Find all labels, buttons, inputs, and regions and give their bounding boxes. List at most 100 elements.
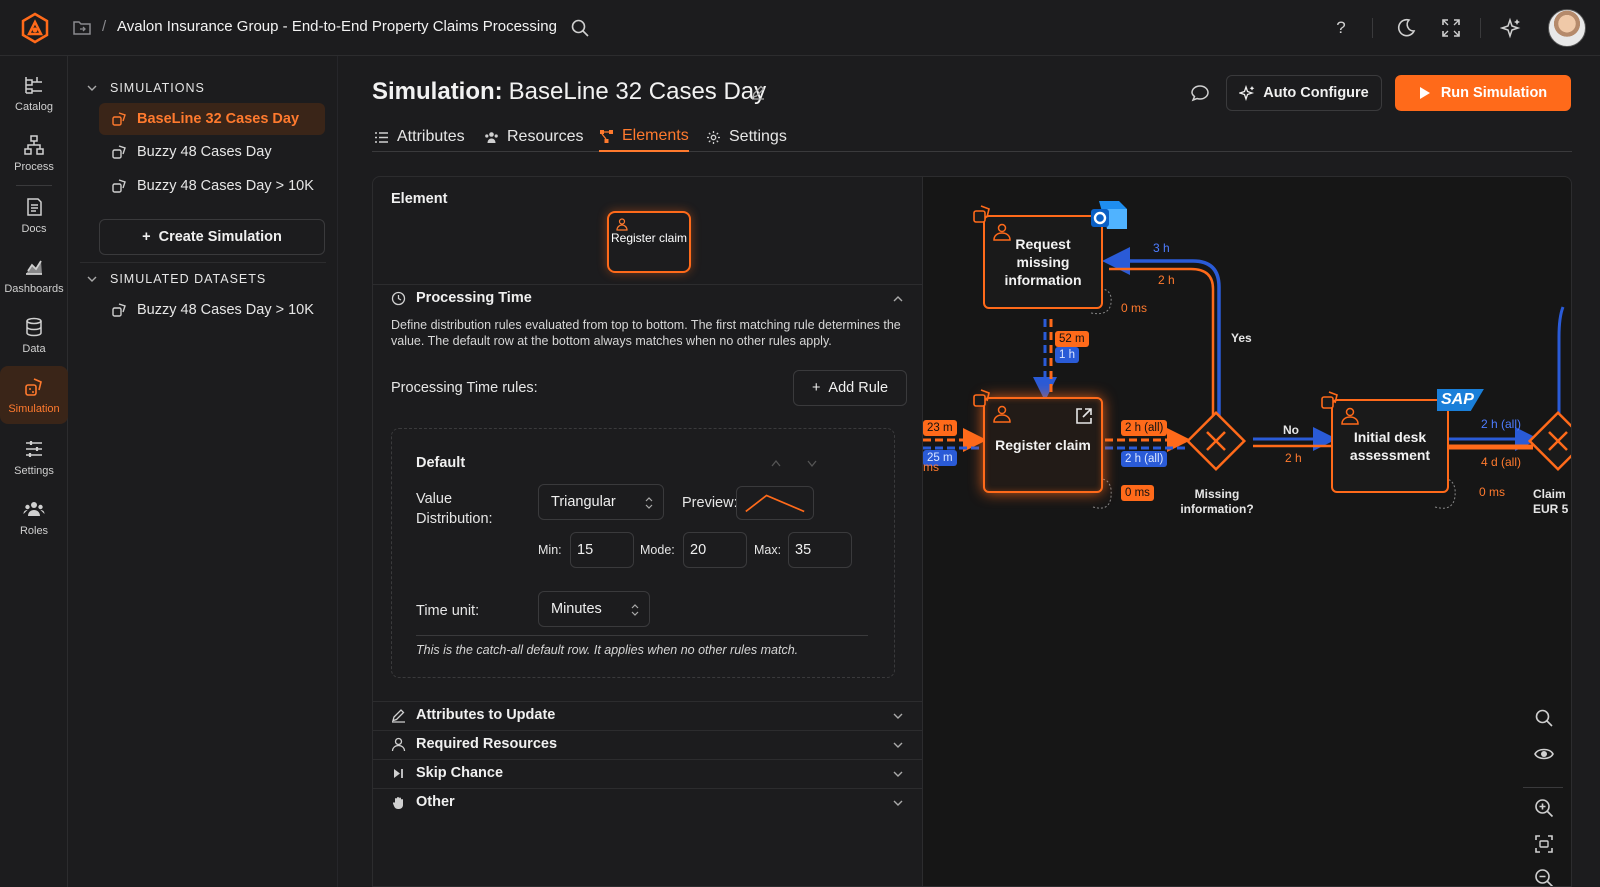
chevron-down-icon (87, 276, 97, 282)
simulation-icon (973, 205, 990, 223)
min-input[interactable]: 15 (570, 532, 634, 568)
simulation-icon (1321, 391, 1338, 409)
rule-card: Default Value Distribution: Triangular P… (391, 428, 895, 678)
rail-item-docs[interactable]: Docs (0, 186, 68, 244)
folder-icon[interactable] (72, 18, 92, 36)
chevron-down-icon (87, 85, 97, 91)
processing-time-header[interactable]: Processing Time (391, 290, 532, 306)
fullscreen-icon[interactable] (1440, 17, 1462, 39)
simulation-icon (112, 112, 126, 126)
chevron-down-icon[interactable] (892, 710, 904, 722)
rail-label: Process (14, 160, 54, 173)
button-label: Create Simulation (158, 229, 282, 245)
tab-label: Resources (507, 128, 584, 145)
pencil-icon (392, 708, 405, 723)
person-icon (391, 737, 406, 751)
simulation-item[interactable]: BaseLine 32 Cases Day (99, 103, 325, 135)
skip-chance-header[interactable]: Skip Chance (391, 765, 503, 781)
dataset-item[interactable]: Buzzy 48 Cases Day > 10K (99, 294, 325, 326)
page-title: Simulation: BaseLine 32 Cases Day (372, 78, 766, 106)
tab-elements[interactable]: Elements (599, 122, 689, 152)
button-label: Run Simulation (1440, 85, 1548, 101)
tab-resources[interactable]: Resources (484, 122, 583, 152)
rail-label: Simulation (8, 402, 60, 415)
sparkle-icon[interactable] (1500, 17, 1522, 39)
distribution-select[interactable]: Triangular (538, 484, 664, 520)
divider (416, 635, 868, 636)
datasets-heading[interactable]: SIMULATED DATASETS (86, 272, 266, 286)
search-icon[interactable] (1533, 707, 1555, 729)
run-simulation-button[interactable]: Run Simulation (1395, 75, 1571, 111)
simulation-item[interactable]: Buzzy 48 Cases Day (99, 136, 325, 168)
rail-item-process[interactable]: Process (0, 124, 68, 182)
updown-chevron-icon (631, 604, 639, 616)
time-unit-select[interactable]: Minutes (538, 591, 650, 627)
app-logo-icon[interactable] (18, 11, 52, 45)
no-label: No (1283, 423, 1299, 437)
other-header[interactable]: Other (391, 794, 455, 810)
rail-item-catalog[interactable]: Catalog (0, 64, 68, 122)
outlook-logo-icon (1091, 201, 1127, 229)
comment-icon[interactable] (1190, 83, 1210, 103)
tab-label: Settings (729, 128, 787, 145)
breadcrumb-separator: / (102, 18, 107, 35)
add-rule-button[interactable]: + Add Rule (793, 370, 907, 406)
pencil-icon[interactable] (750, 84, 766, 100)
chevron-up-icon[interactable] (892, 293, 904, 305)
chevron-down-icon[interactable] (892, 768, 904, 780)
title-prefix: Simulation: (372, 78, 503, 105)
auto-configure-button[interactable]: Auto Configure (1226, 75, 1382, 111)
updown-chevron-icon (645, 497, 653, 509)
fit-view-icon[interactable] (1533, 833, 1555, 855)
moon-icon[interactable] (1395, 17, 1417, 39)
node-label: Register claim (995, 437, 1091, 453)
rail-item-data[interactable]: Data (0, 306, 68, 364)
reorder-arrows-icon[interactable] (770, 457, 826, 469)
chevron-down-icon[interactable] (892, 739, 904, 751)
user-task-icon (993, 223, 1011, 241)
process-canvas[interactable]: Request missing information Register cla… (923, 176, 1572, 887)
simulations-panel: SIMULATIONS BaseLine 32 Cases Day Buzzy … (68, 56, 338, 887)
user-avatar[interactable] (1548, 9, 1586, 47)
catalog-icon (25, 76, 42, 94)
project-title[interactable]: Avalon Insurance Group - End-to-End Prop… (117, 18, 557, 35)
list-icon (375, 131, 388, 143)
edge-time-label: 2 h (all) (1481, 417, 1522, 431)
zoom-in-icon[interactable] (1533, 797, 1555, 819)
chevron-down-icon[interactable] (892, 797, 904, 809)
rail-item-roles[interactable]: Roles (0, 488, 68, 546)
mode-input[interactable]: 20 (683, 532, 747, 568)
rail-item-settings[interactable]: Settings (0, 428, 68, 486)
tab-settings[interactable]: Settings (706, 122, 787, 152)
required-resources-header[interactable]: Required Resources (391, 736, 557, 752)
help-icon[interactable]: ? (1330, 17, 1352, 39)
rail-item-dashboards[interactable]: Dashboards (0, 246, 68, 304)
section-title: Attributes to Update (416, 707, 556, 723)
eye-icon[interactable] (1533, 743, 1555, 765)
max-input[interactable]: 35 (788, 532, 852, 568)
people-icon (485, 131, 498, 143)
rail-item-simulation[interactable]: Simulation (0, 366, 68, 424)
external-link-icon[interactable] (1073, 405, 1095, 427)
tab-attributes[interactable]: Attributes (374, 122, 465, 152)
edge-time-badge: 0 ms (1121, 485, 1154, 501)
user-task-icon (616, 218, 628, 231)
edge-time-badge: 23 m (923, 420, 957, 436)
attributes-to-update-header[interactable]: Attributes to Update (391, 707, 555, 723)
value-distribution-label: Value Distribution: (416, 491, 493, 527)
element-chip[interactable]: Register claim (607, 211, 691, 273)
panel-divider (80, 262, 326, 263)
search-icon[interactable] (570, 18, 590, 38)
simulations-heading[interactable]: SIMULATIONS (86, 81, 205, 95)
simulation-item[interactable]: Buzzy 48 Cases Day > 10K (99, 170, 325, 202)
edge-time-label: 0 ms (1479, 485, 1506, 499)
create-simulation-button[interactable]: + Create Simulation (99, 219, 325, 255)
preview-label: Preview: (682, 495, 738, 511)
roles-icon (23, 501, 45, 516)
user-task-icon (993, 405, 1011, 423)
section-label: SIMULATED DATASETS (110, 272, 267, 286)
button-label: Auto Configure (1263, 85, 1369, 101)
zoom-out-icon[interactable] (1533, 867, 1555, 887)
edge-time-label: 2 h (1158, 273, 1175, 287)
distribution-preview (736, 486, 814, 520)
